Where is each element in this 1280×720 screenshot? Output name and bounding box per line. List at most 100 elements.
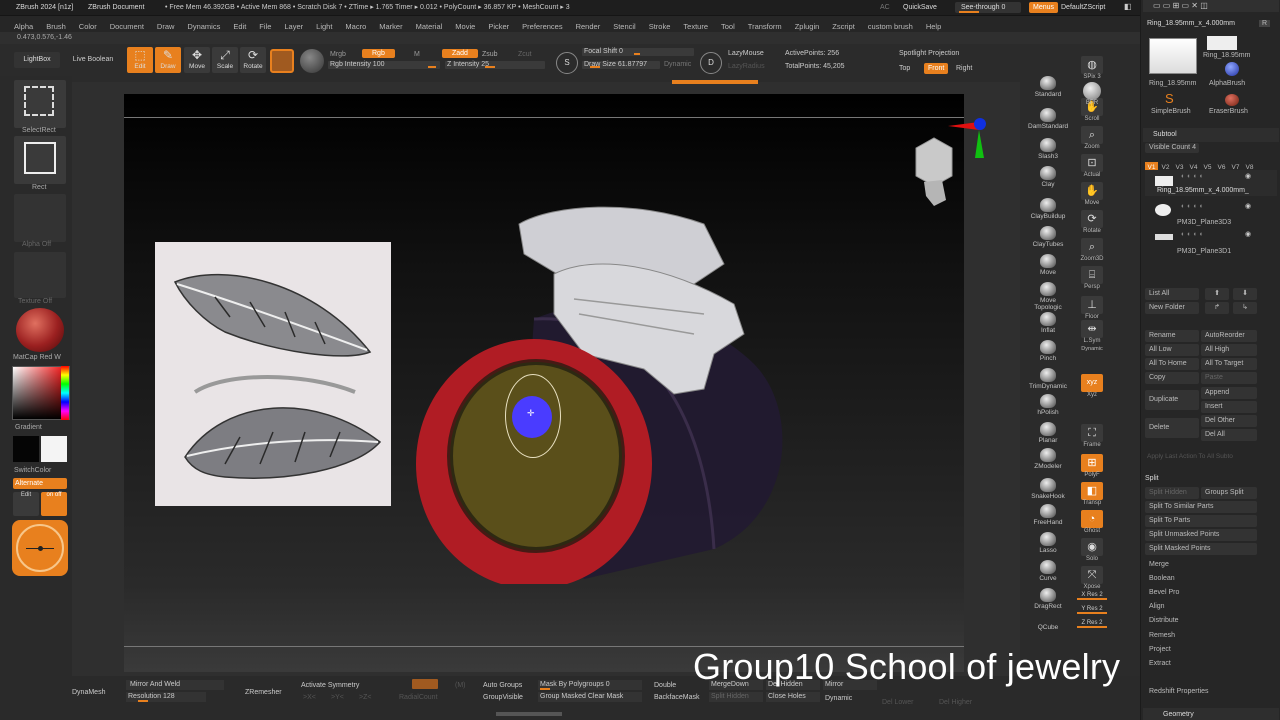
focal-shift-slider[interactable]: Focal Shift 0 xyxy=(582,48,694,56)
subtool-row-1[interactable]: ◐ ◐ ◐ ◐ ◉ Ring_18.95mm_x_4.000mm_ xyxy=(1145,170,1277,196)
brush-planar[interactable]: Planar xyxy=(1028,422,1068,444)
rgb-intensity-slider[interactable]: Rgb Intensity 100 xyxy=(328,61,440,69)
menu-document[interactable]: Document xyxy=(110,19,144,35)
layout-icon[interactable]: ◧ xyxy=(1124,2,1132,12)
split-similar-parts-button[interactable]: Split To Similar Parts xyxy=(1145,501,1257,513)
paste-button[interactable]: Paste xyxy=(1201,372,1257,384)
split-masked-points-button[interactable]: Split Masked Points xyxy=(1145,543,1257,555)
brush-zmodeler[interactable]: ZModeler xyxy=(1028,448,1068,470)
menu-light[interactable]: Light xyxy=(316,19,332,35)
sym-y-button[interactable]: >Y< xyxy=(331,693,344,702)
auto-groups-button[interactable]: Auto Groups xyxy=(483,681,522,690)
alphabrush-icon[interactable] xyxy=(1225,62,1239,76)
lightbox-button[interactable]: LightBox xyxy=(14,52,60,68)
brush-qcube[interactable]: QCube xyxy=(1028,624,1068,631)
rename-button[interactable]: Rename xyxy=(1145,330,1199,342)
brush-claytubes[interactable]: ClayTubes xyxy=(1028,226,1068,248)
alpha-slot[interactable] xyxy=(14,194,66,242)
new-folder-button[interactable]: New Folder xyxy=(1145,302,1199,314)
menu-file[interactable]: File xyxy=(259,19,271,35)
brush-trimdynamic[interactable]: TrimDynamic xyxy=(1028,368,1068,390)
brush-move-topologic[interactable]: Move Topologic xyxy=(1028,282,1068,311)
texture-slot[interactable] xyxy=(14,252,66,298)
simplebrush-icon[interactable]: S xyxy=(1165,91,1174,106)
switchcolor-button[interactable]: SwitchColor xyxy=(14,466,51,475)
menu-alpha[interactable]: Alpha xyxy=(14,19,33,35)
draw-size-slider[interactable]: Draw Size 61.87797 xyxy=(582,61,660,69)
menu-movie[interactable]: Movie xyxy=(455,19,475,35)
brush-curve[interactable]: Curve xyxy=(1028,560,1068,582)
menu-help[interactable]: Help xyxy=(926,19,941,35)
subtool-row-3[interactable]: ◐ ◐ ◐ ◐ ◉ PM3D_Plane3D1 xyxy=(1145,228,1277,256)
menu-tool[interactable]: Tool xyxy=(721,19,735,35)
front-view-button[interactable]: Front xyxy=(924,63,949,74)
stroke-s-icon[interactable]: S xyxy=(556,52,578,74)
boolean-section[interactable]: Boolean xyxy=(1149,575,1175,582)
menu-custom-brush[interactable]: custom brush xyxy=(868,19,913,35)
nav-persp[interactable]: ⌸ Persp xyxy=(1077,266,1107,290)
hue-strip[interactable] xyxy=(61,366,69,420)
brush-pinch[interactable]: Pinch xyxy=(1028,340,1068,362)
split-section-title[interactable]: Split xyxy=(1145,475,1159,482)
nav-z-res-2[interactable]: Z Res 2 xyxy=(1077,620,1107,628)
rect-stroke-button[interactable] xyxy=(14,136,66,184)
secondary-color-swatch[interactable] xyxy=(41,436,67,462)
menu-stroke[interactable]: Stroke xyxy=(649,19,671,35)
menus-button[interactable]: Menus xyxy=(1029,2,1059,13)
edit-curve-button[interactable]: Edit xyxy=(13,492,39,516)
dynamic-persp-button[interactable]: Dynamic xyxy=(1077,346,1107,352)
zcut-button[interactable]: Zcut xyxy=(518,50,532,59)
menu-layer[interactable]: Layer xyxy=(284,19,303,35)
brush-claybuildup[interactable]: ClayBuildup xyxy=(1028,198,1068,220)
all-low-button[interactable]: All Low xyxy=(1145,344,1199,356)
r-button[interactable]: R xyxy=(1259,20,1271,27)
select-rect-button[interactable] xyxy=(14,80,66,128)
alternate-button[interactable]: Alternate xyxy=(13,478,67,489)
split-to-parts-button[interactable]: Split To Parts xyxy=(1145,515,1257,527)
zsub-button[interactable]: Zsub xyxy=(482,50,498,59)
m-button[interactable]: M xyxy=(414,50,420,59)
resolution-slider[interactable]: Resolution 128 xyxy=(126,692,206,702)
brush-standard[interactable]: Standard xyxy=(1028,76,1068,98)
folder-arrow-icon[interactable]: ↱ xyxy=(1205,302,1229,314)
nav-y-res-2[interactable]: Y Res 2 xyxy=(1077,606,1107,614)
menu-macro[interactable]: Macro xyxy=(345,19,366,35)
remesh-section[interactable]: Remesh xyxy=(1149,632,1175,639)
default-zscript-button[interactable]: DefaultZScript xyxy=(1061,3,1105,12)
subtool-3-eye-icon[interactable]: ◉ xyxy=(1245,230,1251,239)
duplicate-button[interactable]: Duplicate xyxy=(1145,390,1199,410)
stroke-d-icon[interactable]: D xyxy=(700,52,722,74)
split-hidden-bottom-button[interactable]: Split Hidden xyxy=(709,692,763,702)
groups-split-button[interactable]: Groups Split xyxy=(1201,487,1257,499)
lazyradius-slider[interactable]: LazyRadius xyxy=(728,62,765,71)
live-boolean-button[interactable]: Live Boolean xyxy=(66,52,120,68)
scale-button[interactable]: ⤢ Scale xyxy=(212,47,238,73)
extract-section[interactable]: Extract xyxy=(1149,660,1171,667)
del-all-button[interactable]: Del All xyxy=(1201,429,1257,441)
onoff-toggle[interactable]: on off xyxy=(41,492,67,516)
top-view-button[interactable]: Top xyxy=(899,64,910,73)
del-lower-button[interactable]: Del Lower xyxy=(882,698,914,707)
menu-brush[interactable]: Brush xyxy=(46,19,66,35)
z-intensity-slider[interactable]: Z Intensity 25 xyxy=(445,61,545,69)
brush-clay[interactable]: Clay xyxy=(1028,166,1068,188)
menu-material[interactable]: Material xyxy=(416,19,443,35)
brush-slash3[interactable]: Slash3 xyxy=(1028,138,1068,160)
nav-solo[interactable]: ◉ Solo xyxy=(1077,538,1107,562)
nav-floor[interactable]: ⊥ Floor xyxy=(1077,296,1107,320)
double-button[interactable]: Double xyxy=(654,681,676,690)
menu-draw[interactable]: Draw xyxy=(157,19,175,35)
close-holes-button[interactable]: Close Holes xyxy=(766,692,820,702)
nav-frame[interactable]: ⛶ Frame xyxy=(1077,424,1107,448)
menu-zplugin[interactable]: Zplugin xyxy=(795,19,820,35)
move-down-icon[interactable]: ⬇ xyxy=(1233,288,1257,300)
nav-actual[interactable]: ⊡ Actual xyxy=(1077,154,1107,178)
right-view-button[interactable]: Right xyxy=(956,64,972,73)
backface-mask-button[interactable]: BackfaceMask xyxy=(654,693,700,702)
tool-thumbnail-2[interactable] xyxy=(1207,36,1237,50)
all-to-target-button[interactable]: All To Target xyxy=(1201,358,1257,370)
palette-icons[interactable]: ▭ ▭ ⊞ ▭ ✕ ◫ xyxy=(1153,1,1208,11)
visible-count-slider[interactable]: Visible Count 4 xyxy=(1145,143,1199,153)
nav-zoom3d[interactable]: ⌕ Zoom3D xyxy=(1077,238,1107,262)
dynamic-button[interactable]: Dynamic xyxy=(664,60,691,69)
